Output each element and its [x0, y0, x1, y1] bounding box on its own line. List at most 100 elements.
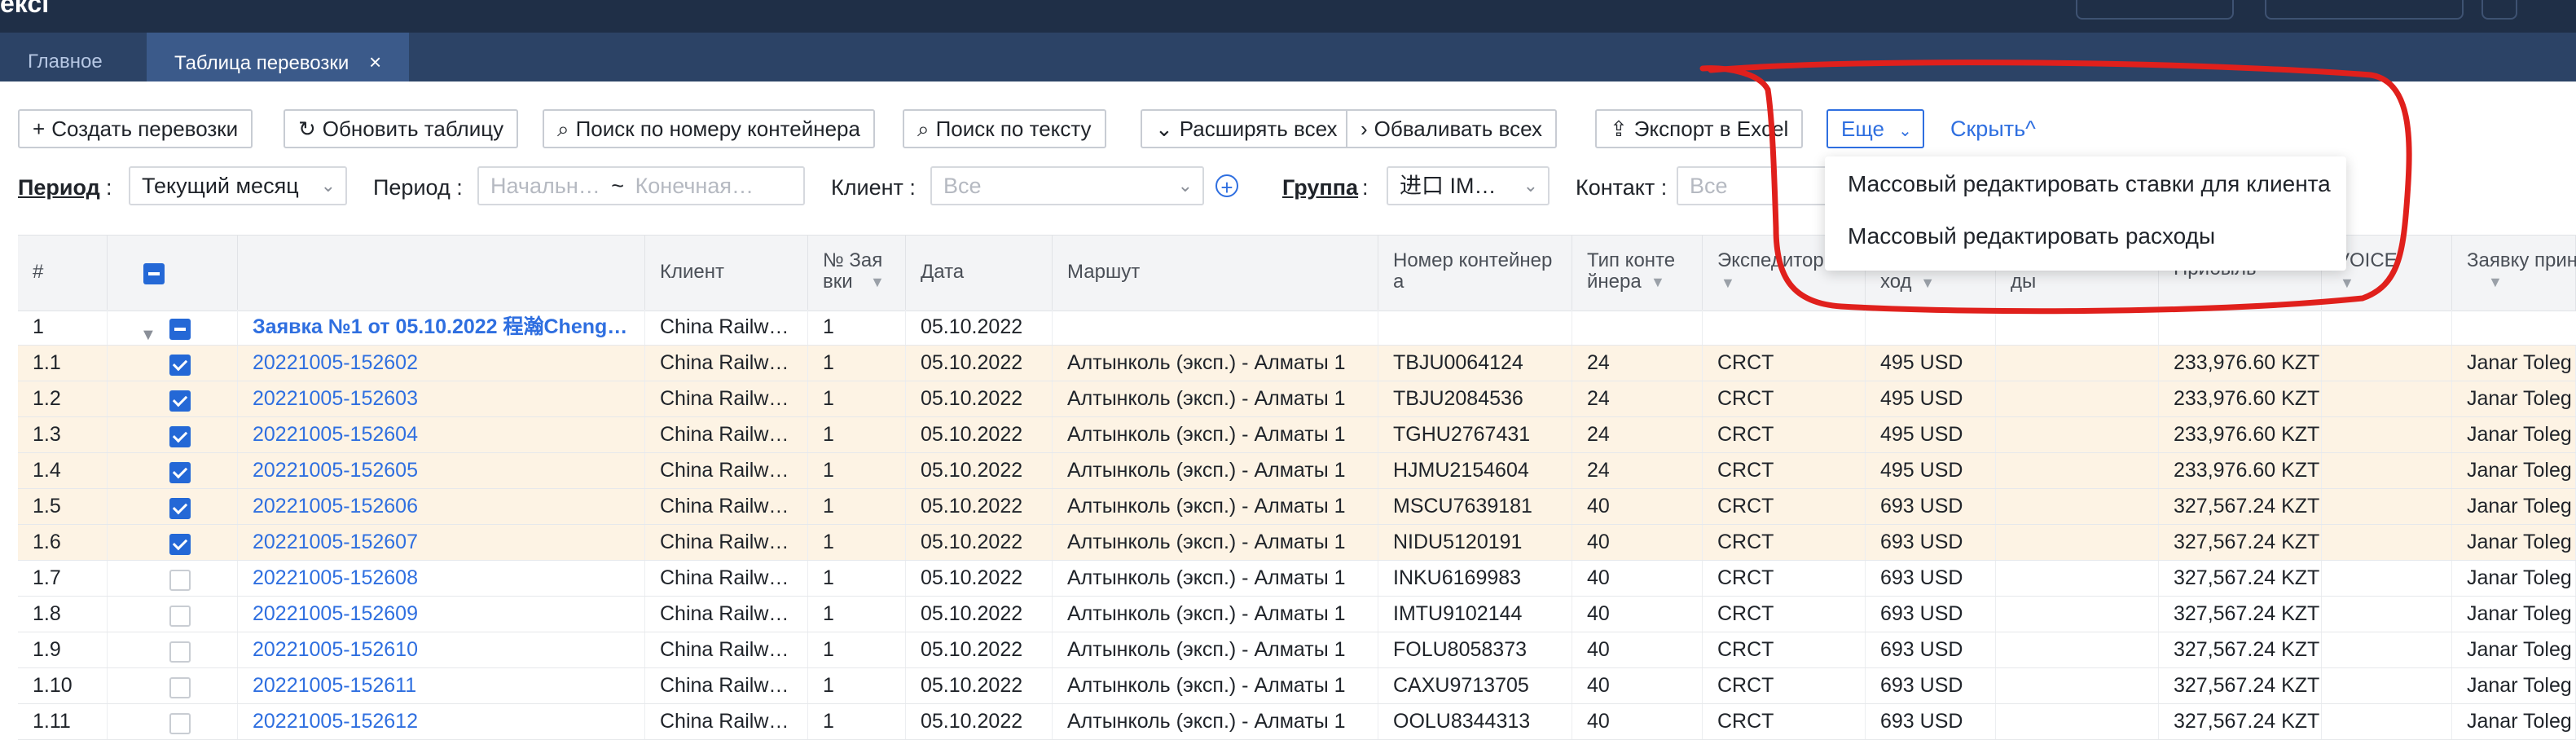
menu-item-bulk-edit-client-rates[interactable]: Массовый редактировать ставки для клиент… — [1848, 171, 2331, 197]
request-id-link[interactable]: 20221005-152604 — [238, 417, 645, 452]
row-checkbox[interactable] — [169, 570, 191, 591]
chevron-down-icon: ⌄ — [1155, 117, 1173, 141]
revenue-cell: 327,567.24 KZT — [2159, 489, 2322, 524]
contact-select[interactable]: Все — [1677, 166, 1831, 205]
row-checkbox[interactable] — [169, 677, 191, 698]
table-group-row[interactable]: 1 ▼ Заявка №1 от 05.10.2022 程瀚Cheng… Chi… — [18, 310, 2576, 346]
select-all-checkbox[interactable] — [143, 263, 165, 284]
button-label: Экспорт в Excel — [1633, 117, 1789, 141]
group-select[interactable]: 进口 IM… ⌄ — [1387, 166, 1550, 205]
hide-filters-link[interactable]: Скрыть^ — [1950, 109, 2036, 148]
client-select[interactable]: Все ⌄ — [930, 166, 1204, 205]
tab-transport-table[interactable]: Таблица перевозки × — [147, 33, 410, 81]
table-row[interactable]: 1.11 20221005-152612 China Railw… 1 05.10.20… — [18, 704, 2576, 740]
table-row[interactable]: 1.7 20221005-152608 China Railw… 1 05.10.202… — [18, 561, 2576, 597]
table-row[interactable]: 1.4 20221005-152605 China Railw… 1 05.10.202… — [18, 453, 2576, 489]
request-title-link[interactable]: Заявка №1 от 05.10.2022 程瀚Cheng… — [238, 310, 645, 345]
table-row[interactable]: 1.1 20221005-152602 China Railw… 1 05.10.202… — [18, 346, 2576, 381]
collapse-all-button[interactable]: › Обваливать всех — [1346, 109, 1557, 148]
request-no-cell: 1 — [808, 346, 906, 381]
table-row[interactable]: 1.9 20221005-152610 China Railw… 1 05.10.202… — [18, 632, 2576, 668]
request-id-link[interactable]: 20221005-152608 — [238, 561, 645, 596]
row-checkbox[interactable] — [169, 462, 191, 483]
date-range-input[interactable]: Начальн… ~ Конечная… — [477, 166, 805, 205]
request-id-link[interactable]: 20221005-152602 — [238, 346, 645, 381]
row-checkbox[interactable] — [169, 713, 191, 734]
row-checkbox[interactable] — [169, 355, 191, 376]
forwarder-cell: CRCT — [1703, 381, 1866, 416]
table-row[interactable]: 1.6 20221005-152607 China Railw… 1 05.10.202… — [18, 525, 2576, 561]
request-id-link[interactable]: 20221005-152611 — [238, 668, 645, 703]
filter-icon[interactable]: ▼ — [2488, 271, 2503, 293]
export-excel-button[interactable]: ⇪ Экспорт в Excel — [1595, 109, 1804, 148]
filter-icon[interactable]: ▼ — [2340, 275, 2354, 291]
request-id-link[interactable]: 20221005-152612 — [238, 704, 645, 739]
add-client-icon[interactable]: + — [1215, 174, 1238, 199]
filter-icon[interactable]: ▼ — [870, 271, 885, 293]
row-checkbox[interactable] — [169, 426, 191, 447]
topbar-control[interactable] — [2076, 0, 2234, 20]
container-no-cell: FOLU8058373 — [1378, 632, 1572, 667]
container-type-cell: 40 — [1572, 632, 1703, 667]
filter-icon[interactable]: ▼ — [1651, 271, 1665, 293]
request-id-link[interactable]: 20221005-152606 — [238, 489, 645, 524]
more-dropdown-button[interactable]: Еще ⌄ — [1826, 109, 1924, 148]
filter-icon[interactable]: ▼ — [1721, 275, 1735, 291]
expense-cell: 693 USD — [1866, 597, 1996, 632]
row-number: 1.1 — [18, 346, 108, 381]
period-select[interactable]: Текущий месяц ⌄ — [129, 166, 347, 205]
container-no-cell: HJMU2154604 — [1378, 453, 1572, 488]
filter-icon[interactable]: ▼ — [1920, 275, 1935, 291]
row-checkbox[interactable] — [169, 498, 191, 519]
table-row[interactable]: 1.8 20221005-152609 China Railw… 1 05.10.202… — [18, 597, 2576, 632]
search-icon: ⌕ — [557, 117, 569, 141]
row-number: 1.2 — [18, 381, 108, 416]
search-by-container-button[interactable]: ⌕ Поиск по номеру контейнера — [543, 109, 875, 148]
invoice-cell — [2322, 381, 2452, 416]
row-number: 1.8 — [18, 597, 108, 632]
client-cell: China Railw… — [645, 417, 808, 452]
table-row[interactable]: 1.2 20221005-152603 China Railw… 1 05.10.202… — [18, 381, 2576, 417]
revenue-cell: 327,567.24 KZT — [2159, 704, 2322, 739]
top-app-bar: ексі — [0, 0, 2576, 33]
container-type-cell: 24 — [1572, 417, 1703, 452]
table-row[interactable]: 1.5 20221005-152606 China Railw… 1 05.10.202… — [18, 489, 2576, 525]
group-checkbox[interactable] — [169, 319, 191, 340]
date-start-placeholder: Начальн… — [490, 174, 600, 198]
table-row[interactable]: 1.10 20221005-152611 China Railw… 1 05.10.20… — [18, 668, 2576, 704]
topbar-control[interactable] — [2265, 0, 2464, 20]
request-no-cell: 1 — [808, 561, 906, 596]
row-number: 1.9 — [18, 632, 108, 667]
container-type-cell: 24 — [1572, 381, 1703, 416]
row-select-cell: ▼ — [108, 310, 238, 345]
client-cell: China Railw… — [645, 381, 808, 416]
close-icon[interactable]: × — [369, 50, 381, 74]
search-by-text-button[interactable]: ⌕ Поиск по тексту — [903, 109, 1106, 148]
request-id-link[interactable]: 20221005-152603 — [238, 381, 645, 416]
request-id-link[interactable]: 20221005-152609 — [238, 597, 645, 632]
column-header-request-no: № Зая вки ▼ — [808, 236, 906, 311]
row-checkbox[interactable] — [169, 390, 191, 412]
row-checkbox[interactable] — [169, 534, 191, 555]
request-id-link[interactable]: 20221005-152605 — [238, 453, 645, 488]
create-transport-button[interactable]: + Создать перевозки — [18, 109, 253, 148]
topbar-icon-button[interactable] — [2481, 0, 2517, 20]
app-logo-text: ексі — [0, 0, 50, 18]
column-header-select[interactable] — [108, 236, 238, 311]
column-header-request-accepted: Заявку прин л ▼ — [2452, 236, 2576, 311]
table-row[interactable]: 1.3 20221005-152604 China Railw… 1 05.10.202… — [18, 417, 2576, 453]
caret-down-icon[interactable]: ▼ — [140, 318, 156, 345]
column-header-container-no: Номер контейнер а — [1378, 236, 1572, 311]
row-checkbox[interactable] — [169, 641, 191, 663]
menu-item-bulk-edit-expenses[interactable]: Массовый редактировать расходы — [1848, 223, 2215, 249]
period2-label: Период : — [373, 175, 463, 200]
container-no-cell: IMTU9102144 — [1378, 597, 1572, 632]
expand-all-button[interactable]: ⌄ Расширять всех — [1141, 109, 1352, 148]
request-id-link[interactable]: 20221005-152610 — [238, 632, 645, 667]
forwarder-cell: CRCT — [1703, 561, 1866, 596]
request-id-link[interactable]: 20221005-152607 — [238, 525, 645, 560]
date-cell: 05.10.2022 — [906, 453, 1053, 488]
row-checkbox[interactable] — [169, 606, 191, 627]
refresh-table-button[interactable]: ↻ Обновить таблицу — [284, 109, 519, 148]
tab-main[interactable]: Главное — [0, 33, 130, 81]
